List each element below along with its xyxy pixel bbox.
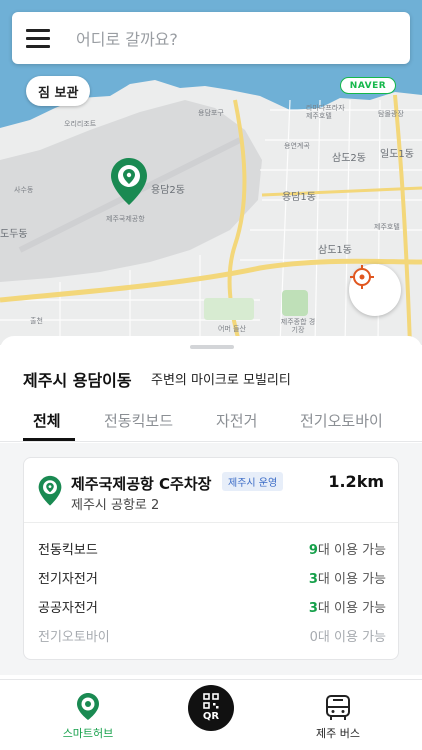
available-suffix: 대 이용 가능 [317, 543, 386, 558]
search-input[interactable]: 어디로 갈까요? [76, 26, 178, 50]
hub-distance: 1.2km [328, 472, 384, 491]
qr-label: QR [202, 711, 220, 722]
tab-kickboard[interactable]: 전동킥보드 [104, 410, 173, 431]
bottom-sheet[interactable]: 제주시 용담이동 주변의 마이크로 모빌리티 전체 전동킥보드 자전거 전기오토… [0, 336, 422, 750]
current-location-button[interactable] [349, 264, 401, 316]
map-label-ildo1: 일도1동 [380, 149, 414, 160]
available-suffix: 대 이용 가능 [317, 601, 386, 616]
qr-scan-button[interactable]: QR [188, 685, 234, 731]
menu-icon[interactable] [26, 28, 52, 48]
map-label-ramada: 라마다프라자 제주호텔 [306, 104, 345, 120]
crosshair-icon [350, 265, 374, 289]
available-suffix: 대 이용 가능 [317, 630, 386, 645]
hub-pin-icon [38, 475, 62, 511]
vehicle-type: 전동킥보드 [38, 543, 98, 558]
nav-bus-label: 제주 버스 [316, 727, 360, 740]
vehicle-type: 전기자전거 [38, 572, 98, 587]
availability-row: 공공자전거 3대 이용 가능 [38, 597, 386, 617]
hub-address: 제주시 공항로 2 [71, 498, 160, 513]
map-label-yongdam1: 용담1동 [282, 192, 316, 203]
available-count: 9 [308, 543, 318, 558]
location-title: 제주시 용담이동 [23, 371, 132, 390]
nav-smart-hub[interactable]: 스마트허브 [38, 680, 138, 750]
availability-text: 0대 이용 가능 [310, 626, 386, 645]
hub-pin-icon [77, 693, 99, 720]
map-label-jejuhotel: 제주호텔 [374, 223, 400, 231]
vehicle-type: 공공자전거 [38, 601, 98, 616]
naver-logo-text: NAVER [349, 80, 387, 91]
map-label-airport: 제주국제공항 [106, 215, 145, 223]
map-label-parcel: 출천 [30, 317, 43, 325]
nav-jeju-bus[interactable]: 제주 버스 [288, 680, 388, 750]
availability-text: 9대 이용 가능 [309, 539, 386, 558]
availability-row: 전기자전거 3대 이용 가능 [38, 568, 386, 588]
availability-row: 전동킥보드 9대 이용 가능 [38, 539, 386, 559]
map-label-sadu: 사수동 [14, 186, 34, 194]
location-subtitle: 주변의 마이크로 모빌리티 [151, 373, 291, 388]
luggage-storage-chip[interactable]: 짐 보관 [26, 76, 91, 106]
mobility-tabs: 전체 전동킥보드 자전거 전기오토바이 [0, 398, 422, 442]
map-label-tamna: 탐몰광장 [378, 110, 404, 118]
map-view[interactable]: 사수동 오리리조트 용담2동 용담1동 삼도2동 일도1동 삼도1동 도두동 제… [0, 0, 422, 345]
naver-logo: NAVER [340, 77, 396, 94]
bus-icon [326, 695, 350, 720]
operator-badge: 제주시 운영 [222, 472, 284, 491]
map-label-yongdam2: 용담2동 [151, 185, 185, 196]
map-label-sansan: 어머 들산 [218, 325, 246, 333]
nav-hub-label: 스마트허브 [62, 727, 114, 740]
available-count: 0 [309, 630, 318, 645]
tab-all[interactable]: 전체 [33, 410, 61, 431]
map-label-yongdamport: 용담포구 [198, 109, 224, 117]
tab-e-motorcycle[interactable]: 전기오토바이 [300, 410, 383, 431]
luggage-storage-label: 짐 보관 [38, 85, 79, 101]
tab-bicycle[interactable]: 자전거 [216, 410, 257, 431]
available-count: 3 [308, 572, 318, 587]
map-label-stadium: 제주종합 경기장 [280, 318, 316, 334]
search-bar[interactable]: 어디로 갈까요? [12, 12, 410, 64]
hub-card[interactable]: 제주국제공항 C주차장 제주시 운영 1.2km 제주시 공항로 2 전동킥보드… [23, 457, 399, 660]
availability-text: 3대 이용 가능 [309, 597, 386, 616]
divider [24, 522, 398, 523]
map-label-dodu: 도두동 [0, 229, 28, 240]
vehicle-type: 전기오토바이 [38, 630, 110, 645]
sheet-drag-handle[interactable] [190, 345, 234, 349]
hub-name: 제주국제공항 C주차장 [71, 475, 212, 493]
map-label-samdo2: 삼도2동 [332, 153, 366, 164]
map-label-yongyeon: 용연계곡 [284, 142, 310, 150]
map-label-samdo1: 삼도1동 [318, 245, 352, 256]
available-suffix: 대 이용 가능 [317, 572, 386, 587]
availability-row: 전기오토바이 0대 이용 가능 [38, 626, 386, 646]
availability-text: 3대 이용 가능 [309, 568, 386, 587]
active-tab-indicator [23, 438, 75, 441]
available-count: 3 [308, 601, 318, 616]
qr-icon [203, 693, 219, 709]
map-label-okri: 오리리조트 [64, 120, 97, 128]
